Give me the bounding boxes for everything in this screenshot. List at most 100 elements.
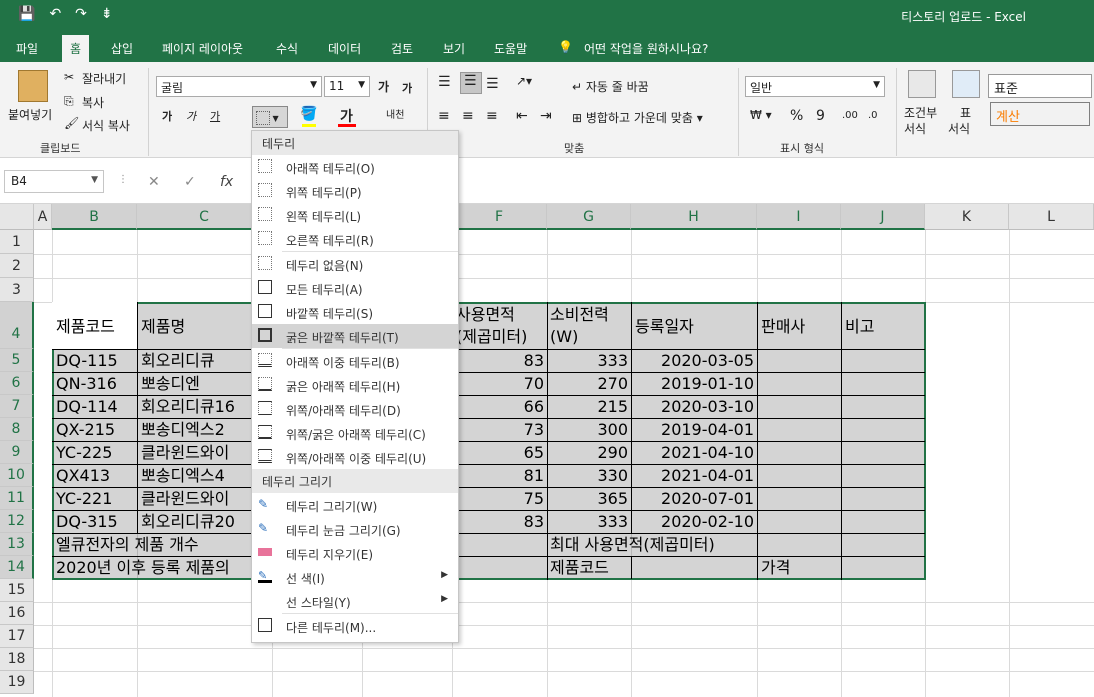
fill-color-icon[interactable]: 🪣 [300, 106, 317, 122]
menu-line-style[interactable]: 선 스타일(Y) ▶ [252, 589, 458, 613]
comma-button[interactable]: 9 [816, 108, 825, 124]
cell-power[interactable]: 215 [547, 396, 631, 418]
menu-all-borders[interactable]: 모든 테두리(A) [252, 276, 458, 300]
cell-power[interactable]: 290 [547, 442, 631, 464]
menu-bottom-border[interactable]: 아래쪽 테두리(O) [252, 155, 458, 179]
menu-outside-borders[interactable]: 바깥쪽 테두리(S) [252, 300, 458, 324]
align-middle-icon[interactable]: ☰ [460, 72, 482, 94]
shrink-font-button[interactable]: 가 [402, 80, 412, 96]
menu-thick-outside-borders[interactable]: 굵은 바깥쪽 테두리(T) [252, 324, 458, 348]
cell-area[interactable]: 66 [452, 396, 547, 418]
row-header-13[interactable]: 13 [0, 533, 34, 556]
tab-help[interactable]: 도움말 [494, 40, 527, 57]
row-header-12[interactable]: 12 [0, 510, 34, 533]
column-header-f[interactable]: F [452, 204, 547, 230]
cell-g4-line1[interactable]: 소비전력 [550, 304, 609, 326]
tab-file[interactable]: 파일 [16, 40, 38, 57]
cell-power[interactable]: 333 [547, 350, 631, 372]
cell-date[interactable]: 2020-03-10 [631, 396, 757, 418]
redo-icon[interactable]: ↷ [75, 6, 87, 22]
increase-indent-icon[interactable]: ⇥ [540, 108, 552, 124]
cell-code[interactable]: QX-215 [56, 419, 115, 441]
cell-g13[interactable]: 최대 사용면적(제곱미터) [550, 534, 715, 556]
grow-font-button[interactable]: 가 [378, 78, 389, 95]
row-header-17[interactable]: 17 [0, 625, 34, 648]
cell-c4[interactable]: 제품명 [141, 316, 185, 338]
menu-top-border[interactable]: 위쪽 테두리(P) [252, 179, 458, 203]
style-calculation[interactable]: 계산 [990, 102, 1090, 126]
copy-button[interactable]: 복사 [82, 94, 104, 111]
cell-name[interactable]: 뽀송디엑스4 [141, 465, 225, 487]
row-header-4[interactable]: 4 [0, 302, 34, 349]
column-header-j[interactable]: J [841, 204, 925, 230]
cell-code[interactable]: QX413 [56, 465, 110, 487]
style-normal[interactable]: 표준 [988, 74, 1092, 98]
align-center-icon[interactable]: ≡ [462, 108, 474, 124]
cell-b4[interactable]: 제품코드 [56, 316, 115, 338]
row-header-8[interactable]: 8 [0, 418, 34, 441]
cell-i14[interactable]: 가격 [761, 557, 790, 579]
font-color-button[interactable]: 가 [340, 106, 353, 126]
cell-power[interactable]: 270 [547, 373, 631, 395]
row-header-1[interactable]: 1 [0, 230, 34, 254]
cell-f4-line1[interactable]: 사용면적 [456, 304, 515, 326]
menu-bottom-double-border[interactable]: 아래쪽 이중 테두리(B) [252, 349, 458, 373]
align-top-icon[interactable]: ☰ [438, 74, 451, 90]
number-format-combo[interactable]: 일반 ▼ [745, 76, 885, 97]
cell-power[interactable]: 300 [547, 419, 631, 441]
column-header-a[interactable]: A [34, 204, 52, 230]
undo-icon[interactable]: ↶ [49, 6, 61, 22]
menu-line-color[interactable]: ✎ 선 색(I) ▶ [252, 565, 458, 589]
underline-button[interactable]: 가 [210, 108, 220, 124]
conditional-format-button[interactable]: 조건부 [904, 104, 937, 121]
cut-button[interactable]: 잘라내기 [82, 70, 126, 87]
cell-area[interactable]: 75 [452, 488, 547, 510]
menu-left-border[interactable]: 왼쪽 테두리(L) [252, 203, 458, 227]
cell-name[interactable]: 회오리디큐20 [141, 511, 235, 533]
row-header-14[interactable]: 14 [0, 556, 34, 579]
tab-data[interactable]: 데이터 [328, 40, 361, 57]
enter-icon[interactable]: ✓ [184, 174, 196, 190]
cell-date[interactable]: 2020-03-05 [631, 350, 757, 372]
row-header-2[interactable]: 2 [0, 254, 34, 278]
menu-no-border[interactable]: 테두리 없음(N) [252, 252, 458, 276]
column-header-b[interactable]: B [52, 204, 137, 230]
cell-i4[interactable]: 판매사 [761, 316, 805, 338]
tab-review[interactable]: 검토 [391, 40, 413, 57]
cell-date[interactable]: 2020-07-01 [631, 488, 757, 510]
cell-power[interactable]: 330 [547, 465, 631, 487]
cell-power[interactable]: 333 [547, 511, 631, 533]
cell-date[interactable]: 2019-04-01 [631, 419, 757, 441]
cell-b13[interactable]: 엘큐전자의 제품 개수 [56, 534, 199, 556]
menu-right-border[interactable]: 오른쪽 테두리(R) [252, 227, 458, 251]
insert-function-icon[interactable]: fx [220, 174, 233, 190]
merge-center-button[interactable]: ⊞ 병합하고 가운데 맞춤 ▾ [572, 109, 703, 126]
tab-insert[interactable]: 삽입 [111, 40, 133, 57]
currency-icon[interactable]: ₩ ▾ [750, 108, 772, 122]
cell-j4[interactable]: 비고 [845, 316, 874, 338]
align-bottom-icon[interactable]: ☰ [486, 76, 499, 92]
menu-erase-border[interactable]: 테두리 지우기(E) [252, 541, 458, 565]
tab-view[interactable]: 보기 [443, 40, 465, 57]
tab-home[interactable]: 홈 [62, 35, 90, 62]
cell-name[interactable]: 회오리디큐 [141, 350, 215, 372]
cell-area[interactable]: 70 [452, 373, 547, 395]
cell-code[interactable]: DQ-315 [56, 511, 118, 533]
menu-top-double-bottom-border[interactable]: 위쪽/아래쪽 이중 테두리(U) [252, 445, 458, 469]
cell-date[interactable]: 2020-02-10 [631, 511, 757, 533]
cell-code[interactable]: YC-225 [56, 442, 112, 464]
align-right-icon[interactable]: ≡ [486, 108, 498, 124]
cell-name[interactable]: 뽀송디엑스2 [141, 419, 225, 441]
cell-code[interactable]: QN-316 [56, 373, 117, 395]
cell-date[interactable]: 2021-04-10 [631, 442, 757, 464]
cell-b14[interactable]: 2020년 이후 등록 제품의 [56, 557, 252, 579]
select-all-corner[interactable] [0, 204, 34, 230]
phonetic-button[interactable]: 내천 [386, 106, 404, 121]
tab-page-layout[interactable]: 페이지 레이아웃 [162, 40, 243, 57]
save-icon[interactable]: 💾 [18, 6, 35, 22]
cell-power[interactable]: 365 [547, 488, 631, 510]
increase-decimal-icon[interactable]: .00 [842, 110, 858, 121]
paste-button[interactable]: 붙여넣기 [8, 106, 52, 123]
cell-name[interactable]: 클라윈드와이 [141, 488, 229, 510]
tab-formulas[interactable]: 수식 [276, 40, 298, 57]
